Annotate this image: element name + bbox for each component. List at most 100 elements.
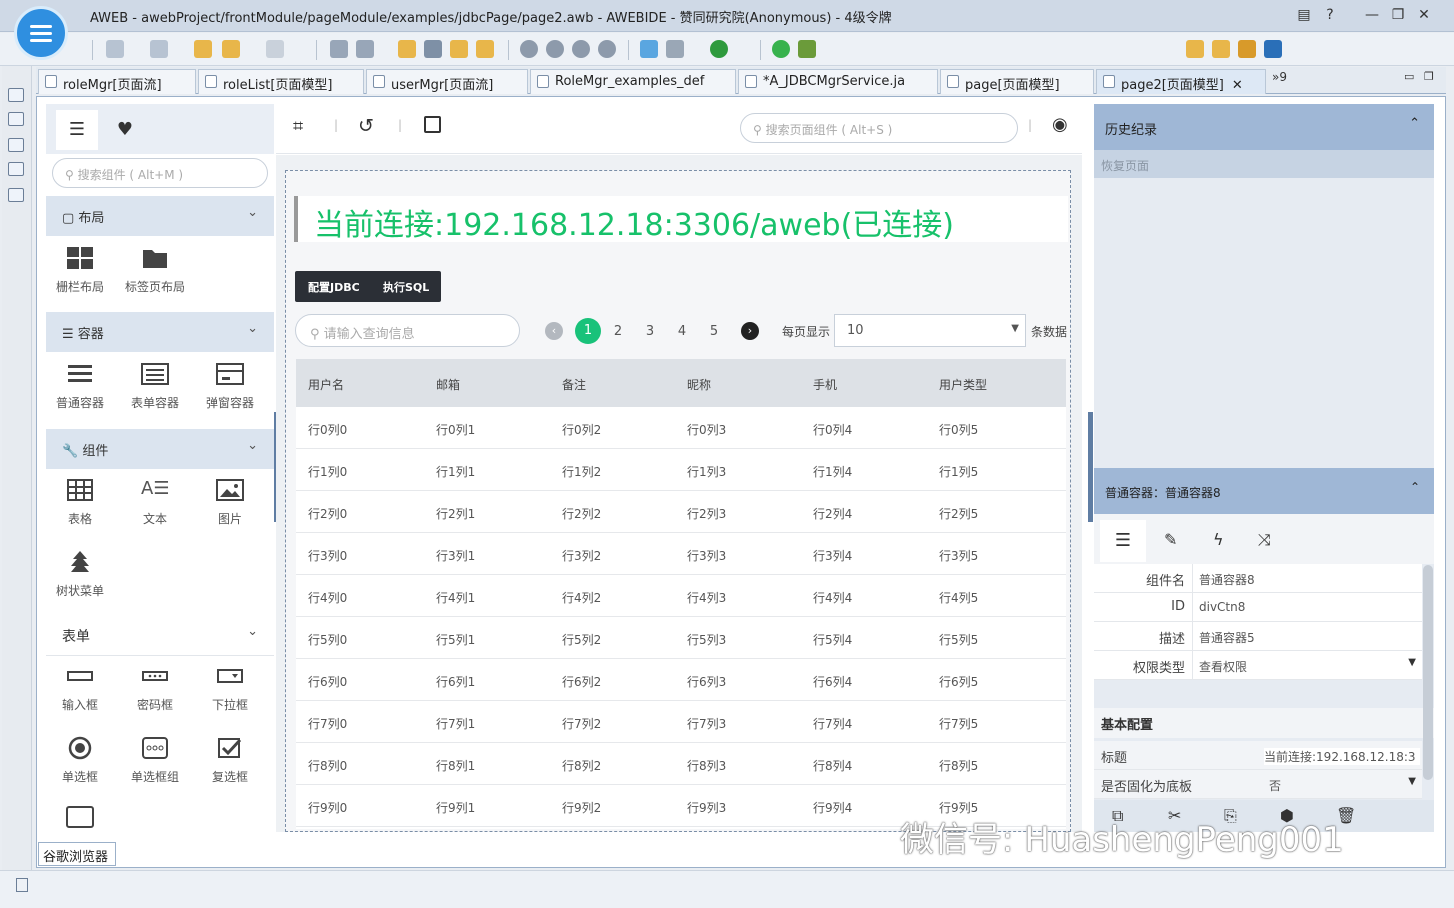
palette-grid-layout[interactable]: 栅栏布局 <box>45 246 115 295</box>
monitor-icon[interactable] <box>8 188 24 202</box>
palette-text[interactable]: A☰ 文本 <box>120 478 190 527</box>
perspective-icon[interactable] <box>1186 40 1204 58</box>
properties-list-icon[interactable]: ☰ <box>1100 520 1146 562</box>
palette-checkbox[interactable]: 复选框 <box>195 736 265 785</box>
prev-page-icon[interactable]: ‹ <box>545 322 563 340</box>
preview-icon[interactable] <box>640 40 658 58</box>
tab-page[interactable]: page[页面模型] <box>940 69 1094 94</box>
tab-usermgr[interactable]: userMgr[页面流] <box>366 69 528 94</box>
component-search-input[interactable]: ⚲ 搜索组件 ( Alt+M ) <box>52 158 268 188</box>
event-bolt-icon[interactable]: ϟ <box>1213 530 1224 549</box>
restore-icon[interactable] <box>8 88 24 102</box>
palette-input[interactable]: 输入框 <box>45 664 115 713</box>
favorite-heart-icon[interactable]: ♥ <box>110 110 140 150</box>
undo-icon[interactable]: ↺ <box>358 115 374 137</box>
maximize-button[interactable]: ❐ <box>1386 4 1410 26</box>
properties-scrollbar[interactable] <box>1423 565 1433 780</box>
palette-password[interactable]: 密码框 <box>120 664 190 713</box>
maximize-editor-icon[interactable]: ❐ <box>1424 70 1434 83</box>
layout-icon[interactable]: ▤ <box>1292 4 1316 26</box>
hierarchy-icon[interactable] <box>8 112 24 126</box>
help-icon[interactable]: ? <box>1318 4 1342 26</box>
fast-view-icon[interactable] <box>16 878 28 892</box>
column-header[interactable]: 邮箱 <box>436 376 460 393</box>
column-header[interactable]: 用户类型 <box>939 376 987 393</box>
palette-normal-container[interactable]: 普通容器 <box>45 362 115 411</box>
close-button[interactable]: ✕ <box>1412 4 1436 26</box>
basic-row-fixed[interactable]: 是否固化为底板否 ▼ <box>1094 770 1422 799</box>
sync-icon[interactable] <box>772 40 790 58</box>
history-item[interactable]: 恢复页面 <box>1094 150 1434 178</box>
section-container[interactable]: ☰ 容器 ⌄ <box>46 312 274 352</box>
palette-form-container[interactable]: 表单容器 <box>120 362 190 411</box>
java-icon[interactable] <box>1238 40 1256 58</box>
minimize-editor-icon[interactable]: ▭ <box>1404 70 1414 83</box>
refresh-c2-icon[interactable] <box>546 40 564 58</box>
palette-tab-layout[interactable]: 标签页布局 <box>120 246 190 295</box>
browser-tab[interactable]: 谷歌浏览器 <box>38 842 116 866</box>
shuffle-icon[interactable]: ⤨ <box>1258 530 1271 550</box>
palette-table[interactable]: 表格 <box>45 478 115 527</box>
config-jdbc-button[interactable]: 配置JDBC <box>308 279 360 295</box>
close-tab-icon[interactable]: ✕ <box>1232 78 1243 93</box>
page-2-button[interactable]: 2 <box>605 322 631 342</box>
tab-rolelist[interactable]: roleList[页面模型] <box>198 69 364 94</box>
refresh-c3-icon[interactable] <box>572 40 590 58</box>
page-5-button[interactable]: 5 <box>701 322 727 342</box>
page-4-button[interactable]: 4 <box>669 322 695 342</box>
perspective2-icon[interactable] <box>1212 40 1230 58</box>
run-icon[interactable] <box>710 40 728 58</box>
column-header[interactable]: 昵称 <box>687 376 711 393</box>
outline-icon[interactable] <box>8 138 24 152</box>
exec-sql-button[interactable]: 执行SQL <box>383 279 429 295</box>
section-form[interactable]: 表单 ⌄ <box>46 615 274 655</box>
style-wand-icon[interactable]: ✎ <box>1164 530 1177 549</box>
wand-icon[interactable] <box>476 40 494 58</box>
connection-title[interactable]: 当前连接:192.168.12.18:3306/aweb(已连接) <box>294 196 1068 243</box>
tab-rolemgr-examples[interactable]: RoleMgr_examples_def <box>530 69 736 94</box>
package-icon[interactable] <box>450 40 468 58</box>
per-page-select[interactable]: 10 ▼ <box>834 314 1026 347</box>
palette-image[interactable]: 图片 <box>195 478 265 527</box>
new-file-icon[interactable] <box>106 40 124 58</box>
prop-row-permission[interactable]: 权限类型 查看权限 ▼ <box>1094 651 1422 680</box>
app-logo-icon[interactable] <box>14 6 68 60</box>
column-header[interactable]: 手机 <box>813 376 837 393</box>
save-icon[interactable] <box>424 116 441 133</box>
page-1-button[interactable]: 1 <box>575 318 601 344</box>
palette-modal-container[interactable]: 弹窗容器 <box>195 362 265 411</box>
folder-icon[interactable] <box>398 40 416 58</box>
properties-header[interactable]: 普通容器：普通容器8 ⌃ <box>1094 468 1434 514</box>
console-icon[interactable] <box>8 162 24 176</box>
chevron-up-icon[interactable]: ⌃ <box>1410 480 1420 494</box>
aweb-perspective-icon[interactable] <box>1264 40 1282 58</box>
palette-select[interactable]: 下拉框 <box>195 664 265 713</box>
history-header[interactable]: 历史纪录 ⌃ <box>1094 104 1434 150</box>
tab-page2[interactable]: page2[页面模型] ✕ <box>1096 69 1266 94</box>
save-icon[interactable] <box>330 40 348 58</box>
tab-overflow[interactable]: »9 <box>1272 70 1287 84</box>
forward-arrow-icon[interactable] <box>266 40 284 58</box>
chevron-up-icon[interactable]: ⌃ <box>1409 116 1420 131</box>
deploy-icon[interactable] <box>424 40 442 58</box>
query-search-input[interactable]: ⚲ 请输入查询信息 <box>295 314 520 347</box>
list-icon[interactable]: ☰ <box>56 110 98 150</box>
section-layout[interactable]: ▢ 布局 ⌄ <box>46 196 274 236</box>
tab-jdbcmgrservice[interactable]: *A_JDBCMgrService.ja <box>738 69 938 94</box>
page-3-button[interactable]: 3 <box>637 322 663 342</box>
tab-rolemgr[interactable]: roleMgr[页面流] <box>38 69 196 94</box>
refresh-c-icon[interactable] <box>520 40 538 58</box>
section-component[interactable]: 🔧 组件 ⌄ <box>46 429 274 469</box>
save-all-icon[interactable] <box>356 40 374 58</box>
import-icon[interactable] <box>150 40 168 58</box>
right-splitter[interactable] <box>1088 412 1093 522</box>
link-icon[interactable] <box>666 40 684 58</box>
palette-radio-group[interactable]: 单选框组 <box>120 736 190 785</box>
page-component-search-input[interactable]: ⚲ 搜索页面组件 ( Alt+S ) <box>740 113 1018 143</box>
undo-history-icon[interactable] <box>194 40 212 58</box>
eye-icon[interactable]: ◉ <box>1052 114 1068 135</box>
next-page-icon[interactable]: › <box>741 322 759 340</box>
minimize-button[interactable]: — <box>1360 4 1384 26</box>
refresh-c4-icon[interactable] <box>598 40 616 58</box>
back-arrow-icon[interactable] <box>222 40 240 58</box>
